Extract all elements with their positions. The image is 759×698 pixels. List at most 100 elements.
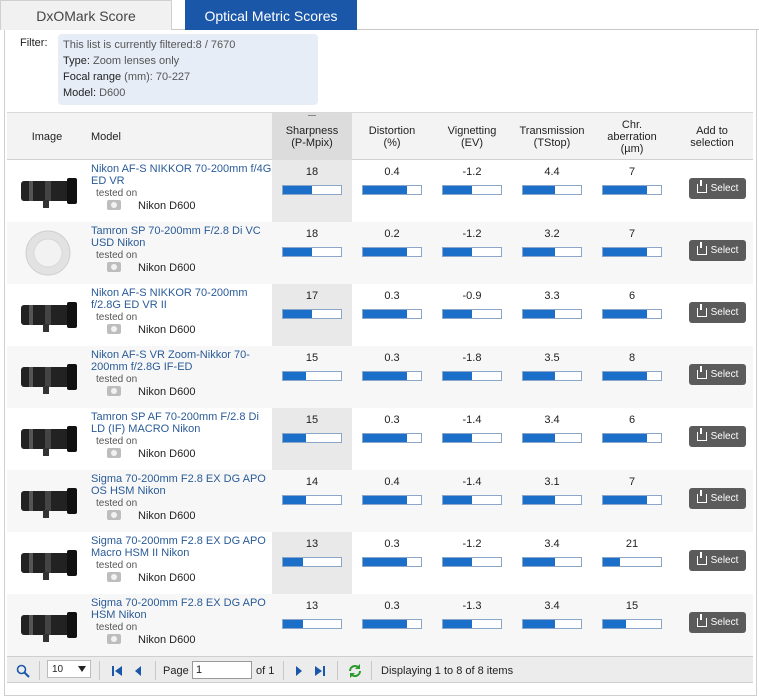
table-row: Nikon AF-S VR Zoom-Nikkor 70-200mm f/2.8… bbox=[7, 346, 753, 408]
vignetting-bar-fill bbox=[443, 372, 472, 380]
table-row: Sigma 70-200mm F2.8 EX DG APO OS HSM Nik… bbox=[7, 470, 753, 532]
lens-model-link[interactable]: Sigma 70-200mm F2.8 EX DG APO Macro HSM … bbox=[91, 535, 273, 559]
tab-dxomark-score[interactable]: DxOMark Score bbox=[0, 0, 172, 30]
lens-model-link[interactable]: Tamron SP AF 70-200mm F/2.8 Di LD (IF) M… bbox=[91, 411, 273, 435]
vignetting-value: -1.3 bbox=[462, 600, 482, 612]
camera-icon bbox=[107, 386, 121, 396]
sharpness-value: 13 bbox=[305, 538, 319, 550]
search-icon[interactable] bbox=[15, 657, 31, 684]
chr-bar bbox=[602, 371, 662, 381]
filter-label: Filter: bbox=[20, 37, 48, 49]
sharpness-bar-fill bbox=[283, 186, 312, 194]
tested-on-label: tested on bbox=[96, 498, 138, 509]
download-icon bbox=[696, 552, 707, 565]
lens-model-link[interactable]: Nikon AF-S NIKKOR 70-200mm f/4G ED VR bbox=[91, 163, 273, 187]
select-button[interactable]: Select bbox=[689, 612, 746, 633]
add-label: Add to bbox=[696, 125, 728, 137]
chr-bar bbox=[602, 495, 662, 505]
lens-model-link[interactable]: Nikon AF-S NIKKOR 70-200mm f/2.8G ED VR … bbox=[91, 287, 273, 311]
page-number-input[interactable]: 1 bbox=[192, 661, 252, 679]
first-page-icon[interactable] bbox=[111, 657, 123, 684]
download-icon bbox=[696, 490, 707, 503]
chr-value: 8 bbox=[628, 352, 636, 364]
column-header-vignetting[interactable]: Vignetting (EV) bbox=[432, 113, 512, 161]
download-icon bbox=[696, 304, 707, 317]
camera-name: Nikon D600 bbox=[138, 448, 196, 460]
transmission-value: 4.4 bbox=[544, 166, 560, 178]
select-button[interactable]: Select bbox=[689, 302, 746, 323]
distortion-bar bbox=[362, 309, 422, 319]
tab-optical-metric-scores[interactable]: Optical Metric Scores bbox=[185, 0, 357, 30]
filter-model-value: D600 bbox=[99, 87, 126, 99]
chr-bar-fill bbox=[603, 496, 647, 504]
sharpness-value: 18 bbox=[305, 228, 319, 240]
distortion-bar-fill bbox=[363, 248, 407, 256]
lens-model-link[interactable]: Nikon AF-S VR Zoom-Nikkor 70-200mm f/2.8… bbox=[91, 349, 273, 373]
next-page-icon[interactable] bbox=[294, 657, 304, 684]
lens-model-link[interactable]: Tamron SP 70-200mm F/2.8 Di VC USD Nikon bbox=[91, 225, 273, 249]
table-row: Sigma 70-200mm F2.8 EX DG APO HSM Nikon t… bbox=[7, 594, 753, 656]
filter-type-value: Zoom lenses only bbox=[92, 55, 180, 67]
sharpness-bar-fill bbox=[283, 372, 307, 380]
chr-bar bbox=[602, 433, 662, 443]
last-page-icon[interactable] bbox=[314, 657, 326, 684]
select-button[interactable]: Select bbox=[689, 426, 746, 447]
pager-separator bbox=[337, 661, 338, 680]
filter-focal-value: (mm): 70-227 bbox=[124, 71, 191, 83]
pager-separator bbox=[283, 661, 284, 680]
sharpness-bar bbox=[282, 433, 342, 443]
select-button[interactable]: Select bbox=[689, 364, 746, 385]
table-row: Tamron SP AF 70-200mm F/2.8 Di LD (IF) M… bbox=[7, 408, 753, 470]
select-label: Select bbox=[710, 431, 739, 442]
distortion-bar-fill bbox=[363, 620, 407, 628]
transmission-bar-fill bbox=[523, 372, 555, 380]
vignetting-value: -1.2 bbox=[462, 166, 482, 178]
select-button[interactable]: Select bbox=[689, 550, 746, 571]
lens-image bbox=[21, 488, 77, 518]
camera-icon bbox=[107, 510, 121, 520]
distortion-bar bbox=[362, 495, 422, 505]
column-header-sharpness[interactable]: Sharpness (P-Mpix) bbox=[272, 113, 352, 161]
filter-box: This list is currently filtered:8 / 7670… bbox=[58, 34, 318, 105]
chr-bar bbox=[602, 619, 662, 629]
chr-bar bbox=[602, 557, 662, 567]
page-size-value: 10 bbox=[52, 663, 64, 675]
transmission-value: 3.2 bbox=[544, 228, 560, 240]
distortion-bar bbox=[362, 371, 422, 381]
lens-image bbox=[21, 364, 77, 394]
page-size-select[interactable]: 10 bbox=[47, 660, 91, 678]
distortion-value: 0.2 bbox=[384, 228, 400, 240]
previous-page-icon[interactable] bbox=[133, 657, 143, 684]
column-header-transmission[interactable]: Transmission (TStop) bbox=[512, 113, 592, 161]
vignetting-bar bbox=[442, 309, 502, 319]
distortion-bar-fill bbox=[363, 434, 407, 442]
tested-on-label: tested on bbox=[96, 188, 138, 199]
download-icon bbox=[696, 366, 707, 379]
vignetting-value: -1.2 bbox=[462, 228, 482, 240]
pager-separator bbox=[371, 661, 372, 680]
select-label: Select bbox=[710, 307, 739, 318]
distortion-value: 0.3 bbox=[384, 538, 400, 550]
select-button[interactable]: Select bbox=[689, 488, 746, 509]
select-label: Select bbox=[710, 245, 739, 256]
sharpness-label: Sharpness bbox=[285, 125, 339, 137]
refresh-icon[interactable] bbox=[347, 657, 363, 684]
download-icon bbox=[696, 428, 707, 441]
distortion-bar-fill bbox=[363, 310, 407, 318]
table-row: Sigma 70-200mm F2.8 EX DG APO Macro HSM … bbox=[7, 532, 753, 594]
camera-name: Nikon D600 bbox=[138, 386, 196, 398]
column-header-distortion[interactable]: Distortion (%) bbox=[352, 113, 432, 161]
download-icon bbox=[696, 180, 707, 193]
sharpness-bar bbox=[282, 247, 342, 257]
vignetting-label: Vignetting bbox=[447, 125, 497, 137]
distortion-bar bbox=[362, 557, 422, 567]
select-button[interactable]: Select bbox=[689, 240, 746, 261]
column-header-model[interactable]: Model bbox=[91, 113, 151, 161]
select-button[interactable]: Select bbox=[689, 178, 746, 199]
transmission-value: 3.3 bbox=[544, 290, 560, 302]
table-row: Nikon AF-S NIKKOR 70-200mm f/4G ED VR tes… bbox=[7, 160, 753, 222]
vignetting-bar bbox=[442, 619, 502, 629]
lens-model-link[interactable]: Sigma 70-200mm F2.8 EX DG APO HSM Nikon bbox=[91, 597, 273, 621]
column-header-chr-aberration[interactable]: Chr. aberration (µm) bbox=[592, 113, 672, 161]
lens-model-link[interactable]: Sigma 70-200mm F2.8 EX DG APO OS HSM Nik… bbox=[91, 473, 273, 497]
